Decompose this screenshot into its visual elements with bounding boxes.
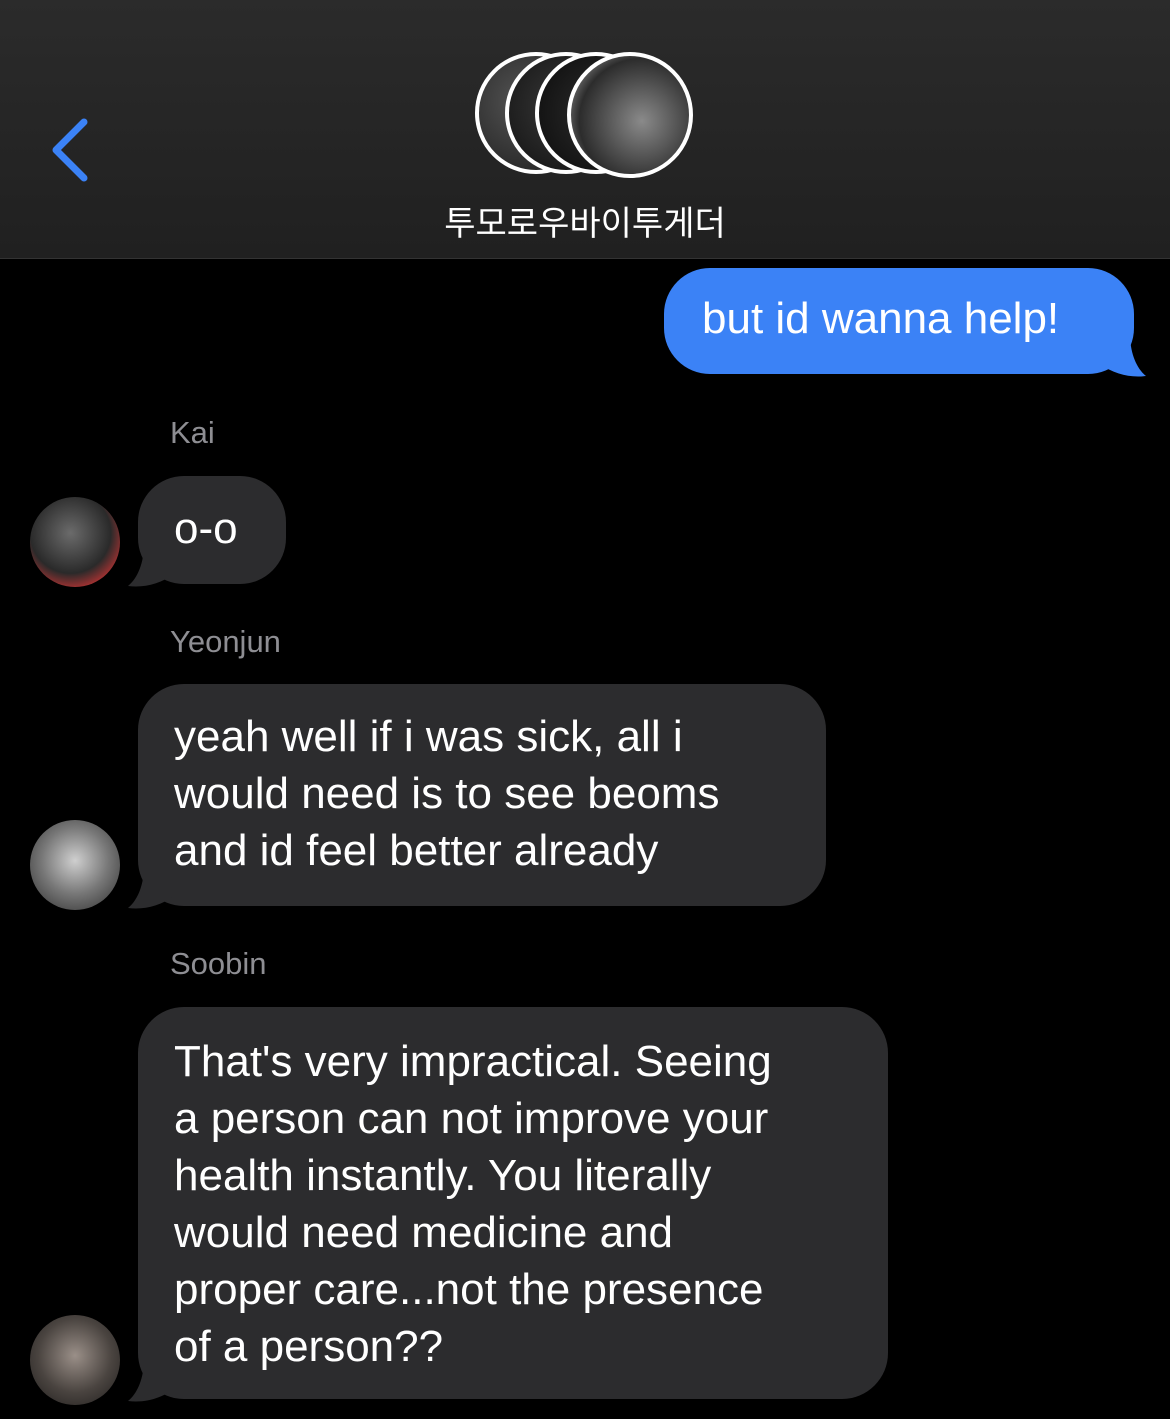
bubble-tail bbox=[1100, 334, 1146, 377]
message-text: but id wanna help! bbox=[702, 294, 1060, 343]
bubble-tail bbox=[128, 866, 174, 909]
bubble-tail bbox=[128, 544, 174, 587]
message-line: and id feel better already bbox=[174, 826, 659, 875]
incoming-message-bubble[interactable]: That's very impractical. Seeing a person… bbox=[138, 1007, 888, 1399]
back-button[interactable] bbox=[44, 112, 104, 192]
avatar[interactable] bbox=[30, 497, 120, 587]
message-line: a person can not improve your bbox=[174, 1094, 769, 1143]
message-line: That's very impractical. Seeing bbox=[174, 1037, 772, 1086]
message-line: yeah well if i was sick, all i bbox=[174, 712, 683, 761]
group-name[interactable]: 투모로우바이투게더 bbox=[0, 196, 1170, 245]
group-member-avatar bbox=[567, 52, 693, 178]
sender-name: Soobin bbox=[170, 946, 267, 981]
chat-header: 투모로우바이투게더 bbox=[0, 0, 1170, 259]
avatar[interactable] bbox=[30, 1315, 120, 1405]
group-avatar-stack[interactable] bbox=[475, 52, 695, 182]
message-line: health instantly. You literally bbox=[174, 1151, 712, 1200]
incoming-message-bubble[interactable]: yeah well if i was sick, all i would nee… bbox=[138, 684, 826, 906]
message-text: o-o bbox=[174, 504, 238, 553]
bubble-tail bbox=[128, 1359, 174, 1402]
message-line: would need is to see beoms bbox=[174, 769, 720, 818]
outgoing-message-bubble[interactable]: but id wanna help! bbox=[664, 268, 1134, 374]
message-line: would need medicine and bbox=[174, 1208, 674, 1257]
message-line: proper care...not the presence bbox=[174, 1265, 764, 1314]
sender-name: Yeonjun bbox=[170, 624, 281, 659]
chevron-left-icon bbox=[52, 118, 88, 182]
avatar[interactable] bbox=[30, 820, 120, 910]
sender-name: Kai bbox=[170, 415, 215, 450]
message-line: of a person?? bbox=[174, 1322, 444, 1371]
